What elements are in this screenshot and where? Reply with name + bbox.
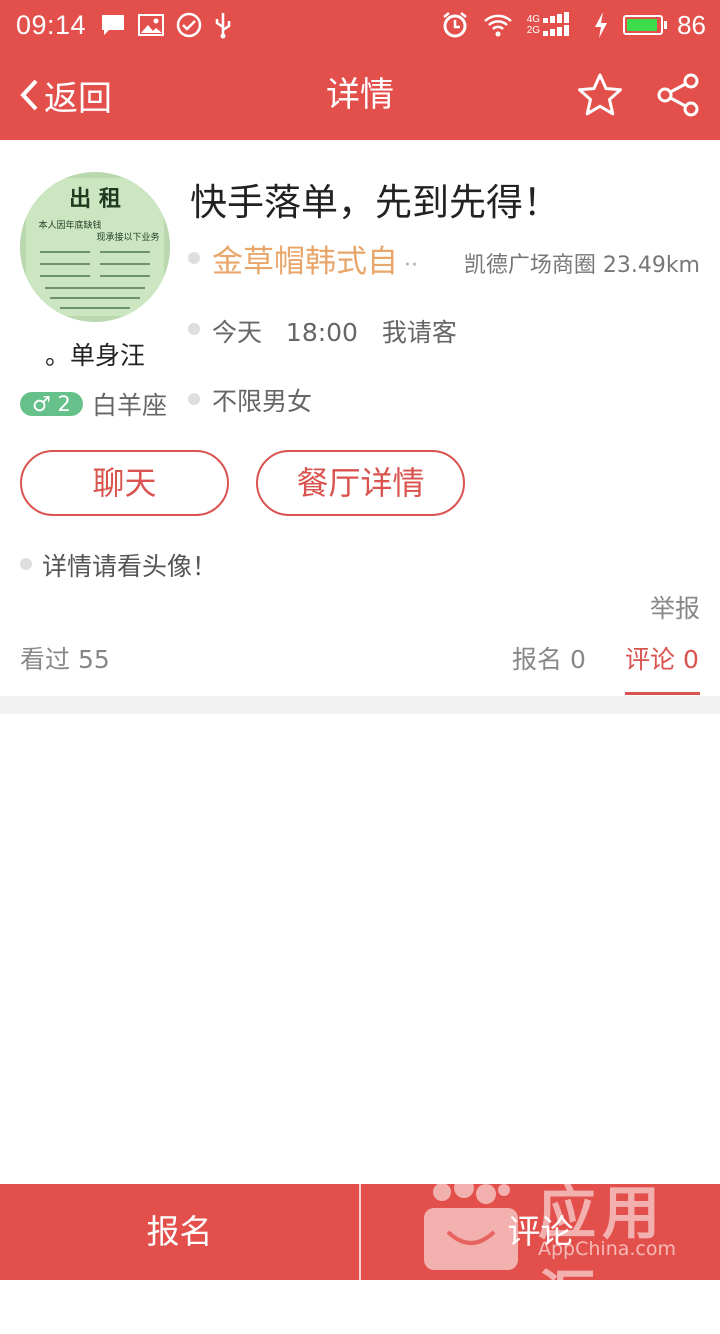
payment-type: 我请客: [381, 318, 457, 347]
report-link[interactable]: 举报: [650, 589, 700, 625]
notification-icons: [100, 11, 232, 39]
back-label: 返回: [44, 78, 112, 119]
restaurant-name-text: 金草帽韩式自: [212, 244, 398, 280]
gender-requirement: 不限男女: [212, 387, 313, 416]
bullet-dot: [188, 252, 200, 264]
share-icon[interactable]: [656, 72, 702, 118]
charging-icon: [595, 12, 608, 38]
avatar-title: 出 租: [69, 187, 121, 212]
view-count: 看过 55: [20, 645, 110, 674]
section-divider: [0, 696, 720, 714]
host-nickname: 。单身汪: [44, 341, 145, 370]
active-tab-indicator: [625, 692, 700, 695]
title-bar: 返回 详情: [0, 50, 720, 140]
restaurant-name[interactable]: 金草帽韩式自 ··: [212, 236, 418, 281]
event-title: 快手落单，先到先得！: [190, 181, 560, 224]
signal-indicator: 4G 2G: [527, 12, 579, 38]
status-bar: 09:14 4G 2G 86: [0, 0, 720, 50]
system-icons: 4G 2G 86: [441, 0, 706, 50]
message-icon: [102, 15, 125, 35]
avatar-line2: 现承接以下业务: [96, 231, 159, 243]
usb-icon: [215, 13, 231, 39]
avatar[interactable]: 出 租 本人因年底缺钱 现承接以下业务: [20, 172, 170, 322]
chat-button[interactable]: 聊天: [20, 450, 229, 516]
network-2g-label: 2G: [526, 25, 541, 36]
alarm-icon: [442, 12, 467, 38]
chevron-left-icon: [20, 79, 38, 111]
signup-button[interactable]: 报名: [0, 1184, 359, 1280]
male-icon: ♂: [32, 392, 51, 416]
comment-button[interactable]: 评论: [361, 1184, 720, 1280]
battery-percent: 86: [677, 9, 706, 40]
network-4g-label: 4G: [526, 14, 541, 25]
back-button[interactable]: 返回: [18, 50, 112, 140]
wifi-icon: [483, 14, 512, 37]
event-clock: 18:00: [285, 318, 358, 347]
restaurant-ellipsis: ··: [404, 253, 418, 278]
tab-signups[interactable]: 报名 0: [512, 640, 586, 676]
bullet-dot: [20, 558, 32, 570]
host-zodiac: 白羊座: [92, 391, 168, 420]
star-icon[interactable]: [577, 72, 623, 118]
event-day: 今天: [212, 318, 263, 347]
signal-bars-icon: [543, 12, 570, 36]
avatar-subtitle: 本人因年底缺钱: [38, 219, 101, 231]
bullet-dot: [188, 323, 200, 335]
battery-icon: [623, 15, 668, 35]
status-time: 09:14: [16, 9, 87, 40]
gender-age-badge: ♂ 2: [20, 392, 83, 416]
host-age: 2: [57, 392, 71, 416]
location-distance: 凯德广场商圈 23.49km: [463, 253, 700, 278]
restaurant-detail-button[interactable]: 餐厅详情: [256, 450, 465, 516]
event-description: 详情请看头像！: [42, 552, 218, 581]
bottom-action-bar: 报名 评论: [0, 1184, 720, 1280]
event-time: 今天 18:00 我请客: [212, 313, 457, 349]
avatar-image: 出 租 本人因年底缺钱 现承接以下业务: [20, 172, 170, 322]
check-circle-icon: [176, 12, 202, 38]
bullet-dot: [188, 393, 200, 405]
tab-comments[interactable]: 评论 0: [625, 640, 699, 676]
image-icon: [138, 14, 165, 36]
